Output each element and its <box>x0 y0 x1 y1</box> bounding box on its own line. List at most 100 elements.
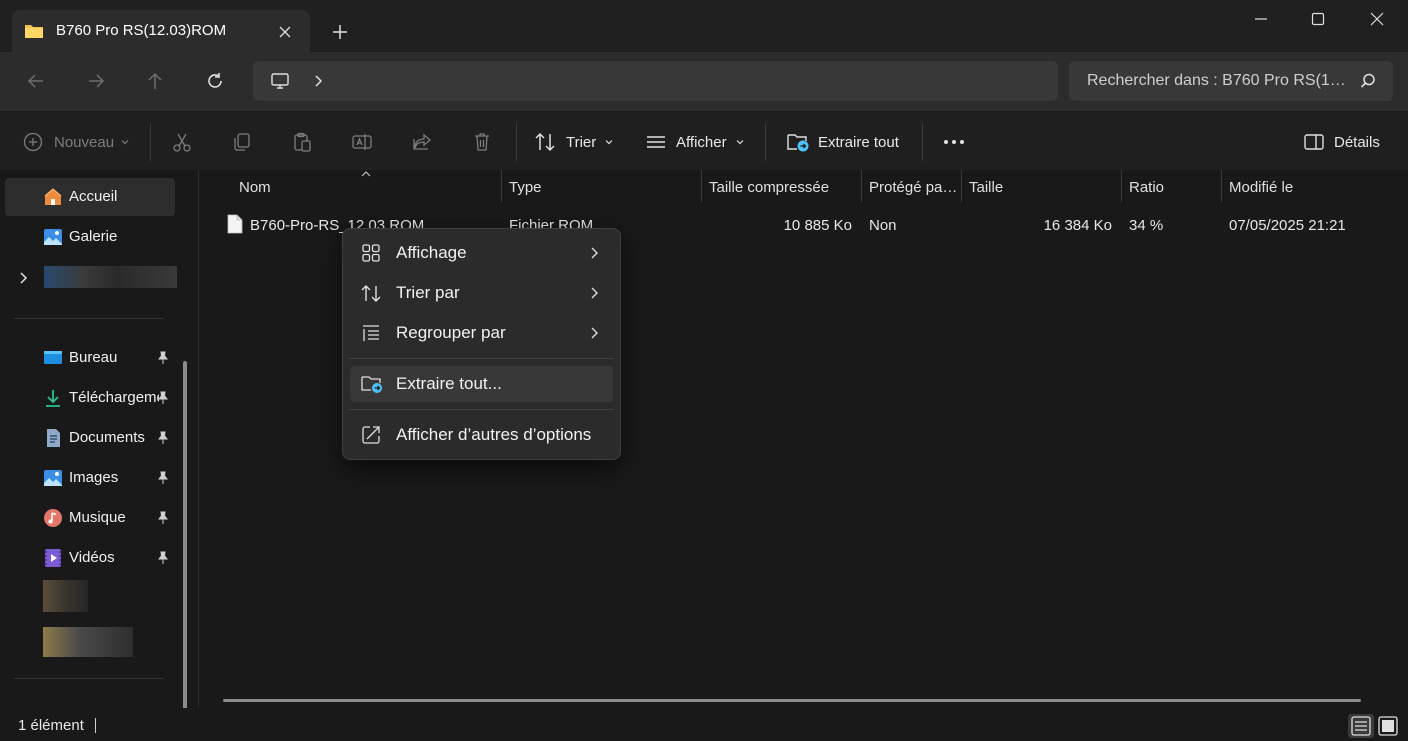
pin-icon[interactable] <box>157 471 169 485</box>
menu-item-label: Affichage <box>396 243 467 262</box>
rename-icon[interactable] <box>351 129 373 155</box>
tab-active[interactable]: B760 Pro RS(12.03)ROM <box>12 10 310 52</box>
status-divider <box>95 718 96 733</box>
more-options-icon <box>361 425 381 445</box>
documents-icon <box>43 428 63 448</box>
column-divider[interactable] <box>501 170 502 202</box>
desktop-icon <box>43 348 63 368</box>
toolbar-divider <box>150 123 151 161</box>
command-bar: Nouveau Trier Afficher Extraire tout Dét… <box>0 110 1408 170</box>
column-divider[interactable] <box>961 170 962 202</box>
sort-label: Trier <box>566 133 597 151</box>
menu-item-group-by[interactable]: Regrouper par <box>350 315 613 351</box>
sidebar-item-label: Vidéos <box>69 549 115 566</box>
extract-all-button[interactable]: Extraire tout <box>786 129 899 155</box>
chevron-down-icon <box>604 137 614 147</box>
address-bar[interactable] <box>253 61 1058 101</box>
menu-item-extract-all[interactable]: Extraire tout... <box>350 366 613 402</box>
toolbar-divider <box>765 123 766 161</box>
extract-all-label: Extraire tout <box>818 133 899 151</box>
sort-button[interactable]: Trier <box>534 129 614 155</box>
sidebar-item-documents[interactable]: Documents <box>5 419 175 457</box>
folder-icon <box>24 23 44 39</box>
up-arrow-icon[interactable] <box>144 70 166 92</box>
pin-icon[interactable] <box>157 391 169 405</box>
close-icon[interactable] <box>1364 6 1390 32</box>
column-header-ratio[interactable]: Ratio <box>1129 170 1164 204</box>
music-icon <box>43 508 63 528</box>
sidebar-scrollbar[interactable] <box>183 361 187 736</box>
home-icon <box>43 187 63 207</box>
large-icons-view-icon[interactable] <box>1376 714 1400 738</box>
sidebar-item-home[interactable]: Accueil <box>5 178 175 216</box>
monitor-icon[interactable] <box>270 71 290 91</box>
column-divider[interactable] <box>1121 170 1122 202</box>
refresh-icon[interactable] <box>204 70 226 92</box>
file-icon <box>227 214 243 234</box>
column-divider[interactable] <box>701 170 702 202</box>
forward-arrow-icon[interactable] <box>85 70 107 92</box>
pin-icon[interactable] <box>157 551 169 565</box>
column-divider[interactable] <box>861 170 862 202</box>
sort-ascending-icon <box>360 170 372 178</box>
paste-icon[interactable] <box>291 129 313 155</box>
sidebar-item-downloads[interactable]: Téléchargements <box>5 379 175 417</box>
copy-icon[interactable] <box>231 129 253 155</box>
details-label: Détails <box>1334 133 1380 151</box>
view-button[interactable]: Afficher <box>645 129 745 155</box>
column-header-type[interactable]: Type <box>509 170 542 204</box>
column-header-size[interactable]: Taille <box>969 170 1003 204</box>
column-header-name[interactable]: Nom <box>239 170 271 204</box>
back-arrow-icon[interactable] <box>25 70 47 92</box>
sidebar-item-gallery[interactable]: Galerie <box>5 218 175 256</box>
column-header-protected[interactable]: Protégé pa… <box>869 170 957 204</box>
details-pane-icon <box>1303 131 1325 153</box>
chevron-right-icon[interactable] <box>18 271 30 285</box>
plus-icon[interactable] <box>328 20 352 44</box>
close-icon[interactable] <box>274 21 296 43</box>
pin-icon[interactable] <box>157 431 169 445</box>
pin-icon[interactable] <box>157 351 169 365</box>
videos-icon <box>43 548 63 568</box>
menu-item-sort-by[interactable]: Trier par <box>350 275 613 311</box>
chevron-right-icon <box>588 246 600 260</box>
breadcrumb-chevron-icon[interactable] <box>311 73 325 89</box>
sidebar-item-images[interactable]: Images <box>5 459 175 497</box>
chevron-down-icon <box>735 137 745 147</box>
redacted-item <box>43 580 88 612</box>
minimize-icon[interactable] <box>1248 6 1274 32</box>
sidebar-item-music[interactable]: Musique <box>5 499 175 537</box>
maximize-icon[interactable] <box>1305 6 1331 32</box>
search-icon[interactable] <box>1359 72 1377 90</box>
divider <box>14 678 164 679</box>
chevron-right-icon <box>588 326 600 340</box>
details-view-icon[interactable] <box>1348 714 1374 738</box>
file-compressed-size: 10 885 Ko <box>783 217 852 234</box>
menu-item-show-more-options[interactable]: Afficher d’autres d’options <box>350 417 613 453</box>
cut-icon[interactable] <box>171 129 193 155</box>
chevron-down-icon <box>120 137 130 147</box>
item-count: 1 élément <box>18 717 84 734</box>
file-modified: 07/05/2025 21:21 <box>1229 217 1346 234</box>
file-ratio: 34 % <box>1129 217 1164 234</box>
view-lines-icon <box>645 131 667 153</box>
sort-icon <box>534 131 558 153</box>
more-options-icon[interactable] <box>942 129 966 155</box>
menu-item-view[interactable]: Affichage <box>350 235 613 271</box>
search-input[interactable]: Rechercher dans : B760 Pro RS(1… <box>1069 61 1393 101</box>
sidebar-item-videos[interactable]: Vidéos <box>5 539 175 577</box>
details-button[interactable]: Détails <box>1303 129 1380 155</box>
gallery-icon <box>43 227 63 247</box>
column-divider[interactable] <box>1221 170 1222 202</box>
status-bar: 1 élément <box>0 708 1408 741</box>
column-header-modified[interactable]: Modifié le <box>1229 170 1293 204</box>
pin-icon[interactable] <box>157 511 169 525</box>
horizontal-scrollbar[interactable] <box>223 699 1361 702</box>
new-button[interactable]: Nouveau <box>22 129 130 155</box>
chevron-right-icon <box>588 286 600 300</box>
delete-icon[interactable] <box>471 129 493 155</box>
column-header-compressed-size[interactable]: Taille compressée <box>709 170 829 204</box>
sidebar-item-desktop[interactable]: Bureau <box>5 339 175 377</box>
share-icon[interactable] <box>411 129 433 155</box>
images-icon <box>43 468 63 488</box>
